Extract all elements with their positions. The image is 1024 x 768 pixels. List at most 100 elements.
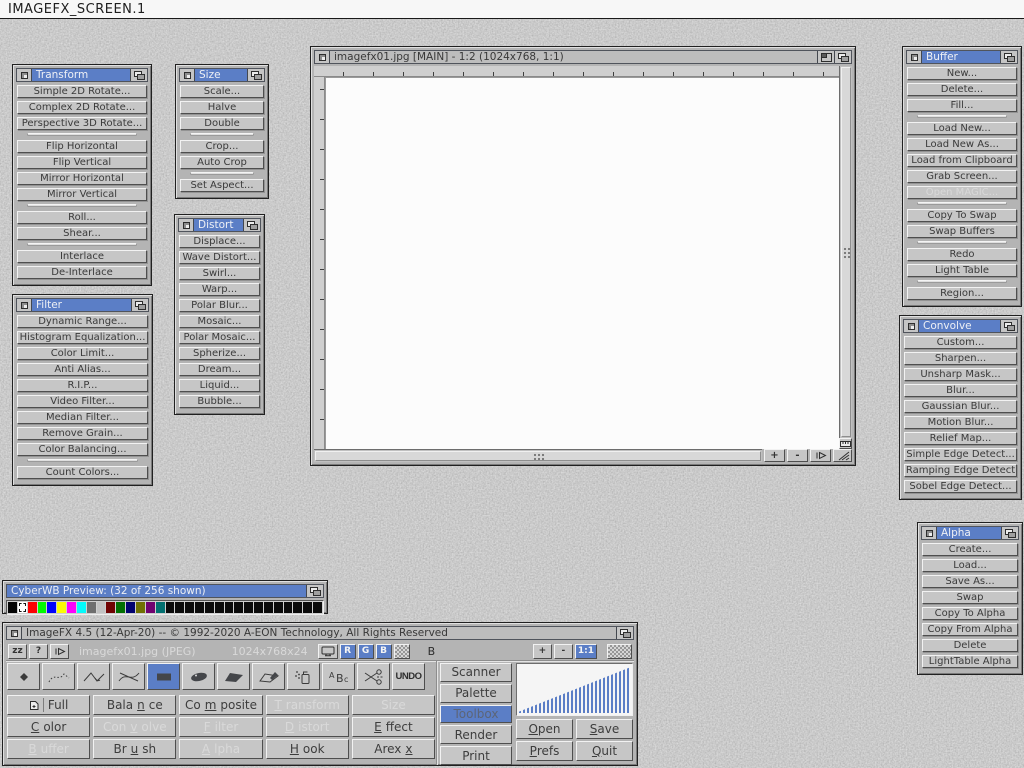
palette-button[interactable]: Bubble... <box>179 395 260 408</box>
color-swatch[interactable] <box>205 602 214 613</box>
effect-button[interactable]: Effect <box>352 717 435 737</box>
filter-titlebar[interactable]: Filter <box>16 298 149 312</box>
zoom-gadget-icon[interactable] <box>817 51 834 63</box>
zoom-ratio-button[interactable]: 1:1 <box>575 644 597 659</box>
dither-toggle-button[interactable] <box>394 644 410 659</box>
palette-button[interactable]: Perspective 3D Rotate... <box>17 117 147 130</box>
color-swatch[interactable] <box>67 602 76 613</box>
palette-button[interactable]: Blur... <box>904 384 1017 397</box>
depth-icon[interactable] <box>131 299 148 311</box>
scanner-button[interactable]: Scanner <box>440 663 512 682</box>
palette-button[interactable]: Delete... <box>907 83 1017 96</box>
open-button[interactable]: Open <box>516 719 573 739</box>
distort-titlebar[interactable]: Distort <box>178 218 261 232</box>
gradient-preview[interactable] <box>516 663 633 716</box>
vertical-scrollbar[interactable] <box>839 66 852 438</box>
palette-button[interactable]: Roll... <box>17 211 147 224</box>
color-swatch[interactable] <box>234 602 243 613</box>
blue-channel-button[interactable]: B <box>376 644 392 659</box>
horizontal-scroll-thumb[interactable] <box>315 451 761 461</box>
color-swatch[interactable] <box>284 602 293 613</box>
horizontal-scrollbar[interactable] <box>314 449 762 462</box>
color-swatch[interactable] <box>175 602 184 613</box>
palette-button[interactable]: Motion Blur... <box>904 416 1017 429</box>
close-icon[interactable] <box>179 219 194 231</box>
color-button[interactable]: Color <box>7 717 90 737</box>
color-swatch[interactable] <box>116 602 125 613</box>
view-zoom-in-button[interactable]: + <box>533 644 552 659</box>
palette-button[interactable]: Delete <box>922 639 1018 652</box>
resize-grip[interactable] <box>833 449 852 462</box>
palette-button[interactable]: Load... <box>922 559 1018 572</box>
palette-button[interactable]: Sharpen... <box>904 352 1017 365</box>
palette-button[interactable]: Copy To Swap <box>907 209 1017 222</box>
airbrush-tool-button[interactable] <box>287 663 320 690</box>
depth-icon[interactable] <box>1000 320 1017 332</box>
color-swatch[interactable] <box>28 602 37 613</box>
color-swatch[interactable] <box>8 602 17 613</box>
save-button[interactable]: Save <box>576 719 633 739</box>
palette-button[interactable]: Gaussian Blur... <box>904 400 1017 413</box>
close-icon[interactable] <box>907 51 922 63</box>
depth-icon[interactable] <box>247 69 264 81</box>
palette-button[interactable]: Light Table <box>907 264 1017 277</box>
hook-button[interactable]: Hook <box>266 739 349 759</box>
palette-button[interactable]: Dream... <box>179 363 260 376</box>
arexx-button[interactable]: Arexx <box>352 739 435 759</box>
palette-button[interactable]: Redo <box>907 248 1017 261</box>
color-swatch[interactable] <box>126 602 135 613</box>
size-titlebar[interactable]: Size <box>179 68 265 82</box>
palette-button[interactable]: Double <box>180 117 264 130</box>
palette-button[interactable]: Mirror Horizontal <box>17 172 147 185</box>
color-swatch[interactable] <box>185 602 194 613</box>
buffer-titlebar[interactable]: Buffer <box>906 50 1018 64</box>
arexx-play-button[interactable] <box>50 644 69 659</box>
pattern-button[interactable] <box>607 644 632 659</box>
palette-button[interactable]: Load from Clipboard <box>907 154 1017 167</box>
palette-button[interactable]: Auto Crop <box>180 156 264 169</box>
color-swatch[interactable] <box>274 602 283 613</box>
help-button[interactable]: ? <box>29 644 48 659</box>
palette-button[interactable]: Count Colors... <box>17 466 148 479</box>
palette-button[interactable]: Region... <box>907 287 1017 300</box>
prefs-button[interactable]: Prefs <box>516 741 573 761</box>
palette-button[interactable]: LightTable Alpha <box>922 655 1018 668</box>
palette-button[interactable]: Shear... <box>17 227 147 240</box>
color-swatch[interactable] <box>293 602 302 613</box>
ellipse-tool-button[interactable] <box>182 663 215 690</box>
image-canvas[interactable] <box>325 77 839 449</box>
palette-button[interactable]: Flip Horizontal <box>17 140 147 153</box>
depth-icon[interactable] <box>616 627 633 639</box>
palette-button[interactable]: Save As... <box>922 575 1018 588</box>
distort-button[interactable]: Distort <box>266 717 349 737</box>
palette-button[interactable]: Simple Edge Detect... <box>904 448 1017 461</box>
palette-button[interactable]: Custom... <box>904 336 1017 349</box>
buffer-button[interactable]: Buffer <box>7 739 90 759</box>
palette-button[interactable]: Swap Buffers <box>907 225 1017 238</box>
transform-button[interactable]: Transform <box>266 695 349 715</box>
transform-titlebar[interactable]: Transform <box>16 68 148 82</box>
color-swatch[interactable] <box>146 602 155 613</box>
palette-button[interactable]: Mosaic... <box>179 315 260 328</box>
screen-mode-button[interactable] <box>318 644 338 659</box>
green-channel-button[interactable]: G <box>358 644 374 659</box>
palette-button[interactable]: Ramping Edge Detect <box>904 464 1017 477</box>
palette-button[interactable]: R.I.P... <box>17 379 148 392</box>
curve-tool-button[interactable] <box>112 663 145 690</box>
color-swatch[interactable] <box>136 602 145 613</box>
color-swatch[interactable] <box>57 602 66 613</box>
palette-button[interactable]: Spherize... <box>179 347 260 360</box>
close-icon[interactable] <box>315 51 330 63</box>
filter-button[interactable]: Filter <box>179 717 262 737</box>
palette-button[interactable]: Liquid... <box>179 379 260 392</box>
color-swatch[interactable] <box>18 602 27 613</box>
palette-button[interactable]: Unsharp Mask... <box>904 368 1017 381</box>
color-swatch[interactable] <box>215 602 224 613</box>
convolve-titlebar[interactable]: Convolve <box>903 319 1018 333</box>
palette-button[interactable]: De-Interlace <box>17 266 147 279</box>
palette-button[interactable]: Polar Mosaic... <box>179 331 260 344</box>
toolbox-button[interactable]: Toolbox <box>440 705 512 724</box>
color-swatch[interactable] <box>195 602 204 613</box>
balance-button[interactable]: Balance <box>93 695 176 715</box>
palette-button[interactable]: Open MAGIC... <box>907 186 1017 199</box>
